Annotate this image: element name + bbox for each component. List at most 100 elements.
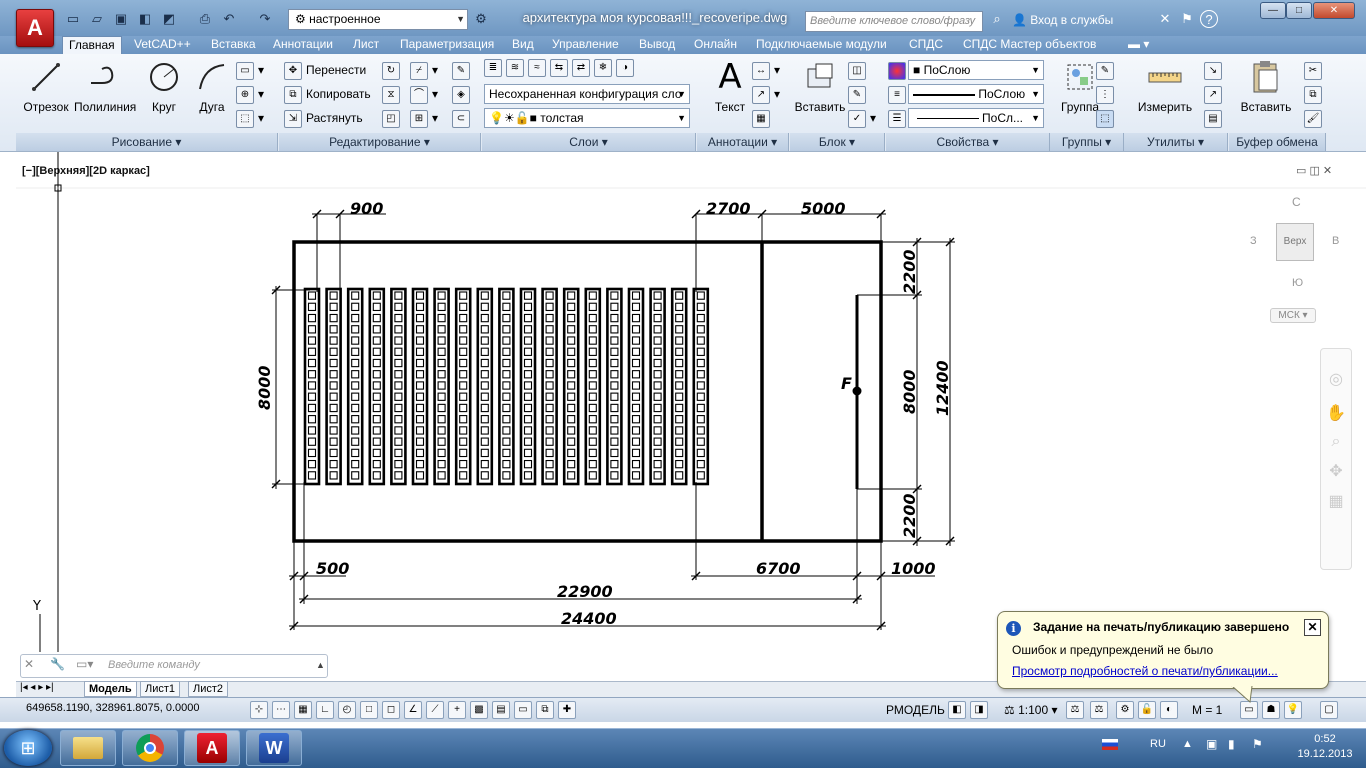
- cut-icon[interactable]: ✂: [1304, 59, 1326, 81]
- language-flag-icon[interactable]: [1102, 739, 1118, 750]
- color-select[interactable]: ■ ПоСлою ▼: [908, 60, 1044, 80]
- viewcube-east[interactable]: В: [1332, 235, 1339, 247]
- copy-button[interactable]: ⧉ Копировать: [284, 83, 371, 105]
- open-file-icon[interactable]: ▱: [88, 10, 106, 28]
- model-space-toggle[interactable]: РМОДЕЛЬ: [886, 703, 945, 717]
- layout-nav-icons[interactable]: |◂ ◂ ▸ ▸|: [20, 682, 54, 693]
- ortho-icon[interactable]: ∟: [316, 701, 334, 719]
- annotation-monitor[interactable]: M = 1: [1192, 703, 1222, 717]
- tray-network-icon[interactable]: ▮: [1228, 737, 1235, 751]
- layer-previous-icon[interactable]: ⇆: [550, 59, 568, 77]
- notification-details-link[interactable]: Просмотр подробностей о печати/публикаци…: [1012, 664, 1278, 678]
- tab-insert[interactable]: Вставка: [205, 36, 262, 54]
- attribute-icon[interactable]: ✓ ▾: [848, 107, 876, 129]
- tray-device-icon[interactable]: ▣: [1206, 737, 1217, 751]
- save-icon[interactable]: ▣: [112, 10, 130, 28]
- tray-expand-icon[interactable]: ▲: [1182, 738, 1193, 750]
- help-icon[interactable]: ?: [1200, 10, 1218, 28]
- text-button[interactable]: A Текст: [700, 57, 760, 114]
- layer-match-icon[interactable]: ≈: [528, 59, 546, 77]
- measure-button[interactable]: Измерить: [1132, 60, 1198, 114]
- tab-manage[interactable]: Управление: [546, 36, 625, 54]
- application-menu-button[interactable]: A: [16, 9, 54, 47]
- search-input[interactable]: Введите ключевое слово/фразу: [805, 11, 983, 32]
- dyn-icon[interactable]: +: [448, 701, 466, 719]
- fillet-icon[interactable]: ⌒ ▾: [410, 83, 438, 105]
- annotation-monitor-icon[interactable]: ✚: [558, 701, 576, 719]
- taskbar-chrome[interactable]: [122, 730, 178, 766]
- search-binoculars-icon[interactable]: ⌕: [988, 10, 1006, 28]
- close-window-button[interactable]: ✕: [1313, 2, 1355, 19]
- taskbar-explorer[interactable]: [60, 730, 116, 766]
- draw-panel-title[interactable]: Рисование ▾: [16, 133, 278, 151]
- create-block-icon[interactable]: ◫: [848, 59, 870, 81]
- exchange-icon[interactable]: ✕: [1156, 10, 1174, 28]
- tab-plugins[interactable]: Подключаемые модули: [750, 36, 893, 54]
- undo-icon[interactable]: ↶: [220, 10, 238, 28]
- redo-icon[interactable]: ↷: [256, 10, 274, 28]
- tab-online[interactable]: Онлайн: [688, 36, 743, 54]
- group-edit-icon[interactable]: ⋮: [1096, 83, 1118, 105]
- erase-icon[interactable]: ✎: [452, 59, 474, 81]
- coordinates-readout[interactable]: 649658.1190, 328961.8075, 0.0000: [26, 702, 200, 714]
- command-input[interactable]: Введите команду: [22, 655, 312, 675]
- stay-connected-icon[interactable]: ⚑: [1178, 10, 1196, 28]
- viewcube-west[interactable]: З: [1250, 235, 1257, 247]
- layer-freeze-icon[interactable]: ❄: [594, 59, 612, 77]
- quick-view-drawings-icon[interactable]: ◨: [970, 701, 988, 719]
- clean-screen-icon[interactable]: ▢: [1320, 701, 1338, 719]
- layer-properties-icon[interactable]: ≣: [484, 59, 502, 77]
- workspace-settings-icon[interactable]: ⚙: [472, 10, 490, 28]
- transparency-icon[interactable]: ☰: [888, 107, 910, 129]
- trim-icon[interactable]: ⌿ ▾: [410, 59, 438, 81]
- line-button[interactable]: Отрезок: [16, 60, 76, 114]
- viewcube[interactable]: С З В Ю Верх: [1250, 195, 1348, 295]
- taskbar-word[interactable]: W: [246, 730, 302, 766]
- utilities-panel-title[interactable]: Утилиты ▾: [1124, 133, 1228, 151]
- save-as-icon[interactable]: ◧: [136, 10, 154, 28]
- cmd-history-icon[interactable]: ▲: [316, 660, 325, 670]
- wcs-menu[interactable]: МСК ▾: [1270, 308, 1316, 323]
- rectangle-icon[interactable]: ▭ ▾: [236, 59, 264, 81]
- publish-icon[interactable]: ◩: [160, 10, 178, 28]
- annotation-scale[interactable]: ⚖ 1:100 ▾: [1004, 703, 1057, 717]
- print-icon[interactable]: ⎙: [196, 10, 214, 28]
- dimension-icon[interactable]: ↔ ▾: [752, 59, 780, 81]
- polyline-button[interactable]: Полилиния: [74, 60, 136, 114]
- tab-parametric[interactable]: Параметризация: [394, 36, 500, 54]
- layer-off-icon[interactable]: ◑: [616, 59, 634, 77]
- match-properties-icon[interactable]: [888, 59, 910, 81]
- copy-clip-icon[interactable]: ⧉: [1304, 83, 1326, 105]
- ribbon-toggle-icon[interactable]: ▬ ▾: [1122, 36, 1155, 54]
- ungroup-icon[interactable]: ✎: [1096, 59, 1118, 81]
- layers-panel-title[interactable]: Слои ▾: [482, 133, 696, 151]
- groups-panel-title[interactable]: Группы ▾: [1050, 133, 1124, 151]
- block-panel-title[interactable]: Блок ▾: [790, 133, 885, 151]
- quick-properties-icon[interactable]: ▭: [514, 701, 532, 719]
- transparency-toggle-icon[interactable]: ▤: [492, 701, 510, 719]
- leader-icon[interactable]: ↗ ▾: [752, 83, 780, 105]
- insert-block-button[interactable]: Вставить: [790, 60, 850, 114]
- selection-cycling-icon[interactable]: ⧉: [536, 701, 554, 719]
- pan-icon[interactable]: ✋: [1321, 403, 1351, 423]
- system-clock[interactable]: 0:52 19.12.2013: [1290, 732, 1360, 762]
- ducs-icon[interactable]: ⟋: [426, 701, 444, 719]
- layer-state-select[interactable]: Несохраненная конфигурация сло ▼: [484, 84, 690, 104]
- start-button[interactable]: ⊞: [4, 730, 52, 766]
- tab-spds-master[interactable]: СПДС Мастер объектов: [957, 36, 1102, 54]
- annotation-panel-title[interactable]: Аннотации ▾: [697, 133, 789, 151]
- polar-icon[interactable]: ◴: [338, 701, 356, 719]
- array-icon[interactable]: ⊞ ▾: [410, 107, 438, 129]
- tab-model[interactable]: Модель: [84, 681, 137, 697]
- sign-in-button[interactable]: 👤 Вход в службы: [1012, 10, 1122, 30]
- annotation-visibility-icon[interactable]: ⚖: [1066, 701, 1084, 719]
- 3dosnap-icon[interactable]: ◻: [382, 701, 400, 719]
- grid-icon[interactable]: ▦: [294, 701, 312, 719]
- steering-wheel-icon[interactable]: ◎: [1321, 369, 1351, 389]
- auto-scale-icon[interactable]: ⚖: [1090, 701, 1108, 719]
- snap-icon[interactable]: ⋯: [272, 701, 290, 719]
- arc-button[interactable]: Дуга: [182, 60, 242, 114]
- viewcube-top-face[interactable]: Верх: [1276, 223, 1314, 261]
- rotate-icon[interactable]: ↻: [382, 59, 404, 81]
- table-icon[interactable]: ▦: [752, 107, 774, 129]
